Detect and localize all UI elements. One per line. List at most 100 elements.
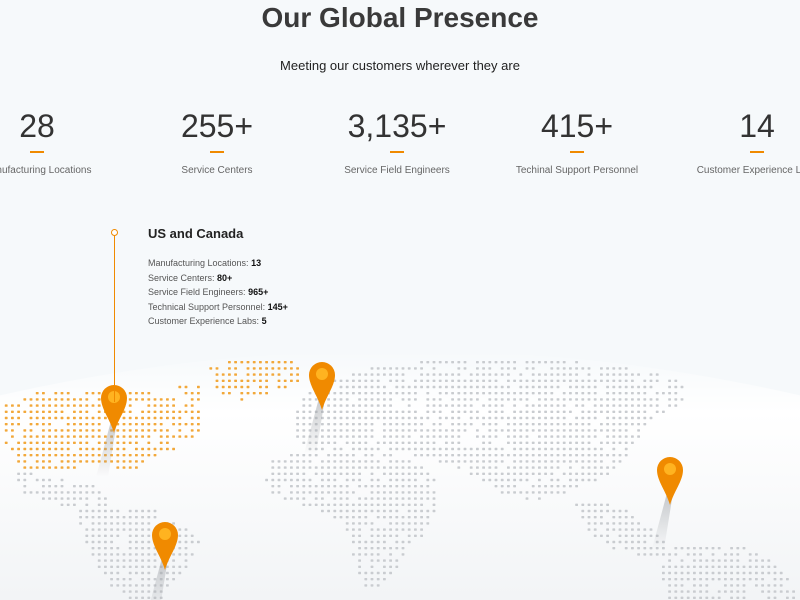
map-dot [35, 435, 39, 438]
map-dot [376, 578, 380, 581]
map-dot [581, 385, 585, 389]
map-dot [432, 423, 436, 426]
map-dot [569, 441, 572, 444]
map-dot [488, 392, 492, 395]
map-dot [544, 410, 547, 413]
map-dot [556, 410, 560, 413]
map-dot [482, 466, 485, 469]
map-dot [655, 373, 659, 376]
map-dot [147, 553, 151, 556]
map-dot [488, 423, 492, 426]
map-dot [742, 578, 746, 581]
map-dot [73, 423, 76, 426]
map-dot [141, 423, 144, 426]
map-dot [550, 429, 554, 432]
map-dot [581, 516, 585, 519]
map-dot [438, 447, 442, 451]
map-dot [699, 578, 702, 581]
map-dot [612, 398, 616, 401]
map-dot [308, 478, 312, 482]
map-dot [531, 416, 535, 420]
map-dot [128, 454, 132, 457]
map-dot [184, 534, 188, 537]
map-dot [383, 367, 386, 370]
map-dot [562, 447, 566, 451]
map-dot [376, 584, 380, 587]
map-dot [116, 559, 120, 562]
map-dot [494, 423, 498, 426]
map-dot [60, 447, 64, 451]
map-dot [686, 565, 690, 568]
map-dot [426, 385, 430, 389]
map-dot [23, 472, 27, 475]
map-dot [593, 454, 597, 457]
map-dot [606, 410, 609, 413]
map-dot [166, 571, 169, 575]
map-dot [190, 392, 194, 395]
map-dot [73, 491, 76, 494]
map-dot [166, 410, 169, 413]
map-dot [321, 460, 324, 463]
map-dot [321, 423, 324, 426]
map-dot [60, 491, 64, 494]
map-dot [147, 423, 151, 426]
map-dot [339, 460, 343, 463]
map-dot [773, 596, 777, 599]
map-dot [339, 404, 343, 407]
map-dot [97, 503, 101, 506]
map-dot [364, 373, 368, 376]
map-dot [376, 478, 380, 482]
map-dot [135, 571, 138, 575]
map-dot [321, 429, 324, 432]
map-dot [761, 578, 764, 581]
map-dot [42, 404, 45, 407]
map-dot [538, 379, 541, 382]
map-dot [345, 528, 349, 531]
map-dot [17, 423, 20, 426]
map-dot [54, 435, 58, 438]
map-dot [482, 404, 485, 407]
map-dot [259, 367, 262, 370]
map-dot [54, 416, 58, 420]
map-dot [531, 491, 535, 494]
map-dot [91, 485, 95, 488]
map-dot [364, 540, 368, 544]
map-dot [389, 553, 392, 556]
map-dot [500, 398, 504, 401]
map-dot [246, 373, 250, 376]
map-dot [147, 516, 151, 519]
map-dot [358, 478, 361, 482]
map-dot [420, 503, 423, 506]
map-dot [283, 472, 287, 475]
map-dot [184, 528, 188, 531]
map-dot [85, 509, 89, 513]
map-dot [761, 584, 764, 587]
map-dot [587, 447, 591, 451]
map-dot [600, 410, 603, 413]
map-dot [358, 441, 361, 444]
map-dot [469, 416, 473, 420]
map-dot [668, 404, 671, 407]
map-dot [476, 435, 479, 438]
map-dot [730, 590, 733, 593]
map-dot [445, 454, 448, 457]
map-dot [612, 429, 616, 432]
map-dot [91, 547, 95, 550]
map-dot [575, 441, 578, 444]
map-dot [141, 571, 144, 575]
map-dot [538, 447, 541, 451]
map-dot [147, 435, 151, 438]
map-dot [11, 423, 14, 426]
map-dot [476, 373, 479, 376]
map-dot [389, 379, 392, 382]
map-dot [438, 460, 442, 463]
map-dot [476, 466, 479, 469]
map-dot [48, 460, 51, 463]
map-dot [767, 565, 771, 568]
map-dot [215, 385, 219, 389]
map-dot [110, 553, 113, 556]
map-dot [159, 423, 163, 426]
map-dot [85, 398, 89, 401]
map-dot [376, 385, 380, 389]
map-dot [290, 361, 293, 364]
